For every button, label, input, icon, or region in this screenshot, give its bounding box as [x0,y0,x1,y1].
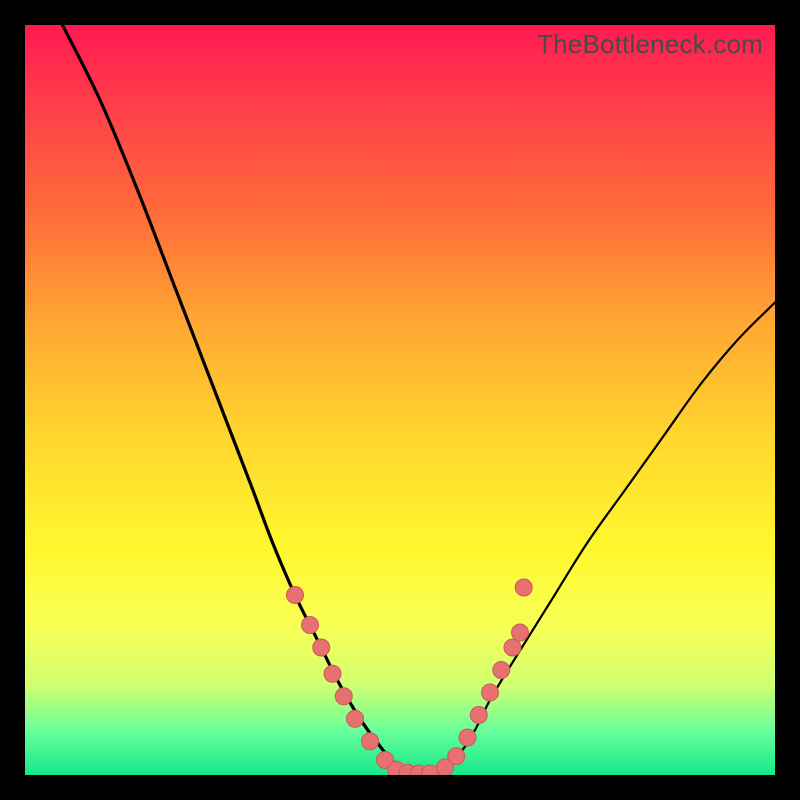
highlight-dot [335,688,352,705]
series-bottleneck-left [63,25,416,775]
plot-area: TheBottleneck.com [25,25,775,775]
highlight-dot [347,710,364,727]
highlight-dot [493,662,510,679]
highlight-dot [448,748,465,765]
series-bottleneck-right [415,303,775,776]
highlight-dot [504,639,521,656]
watermark-text: TheBottleneck.com [537,29,763,60]
chart-svg [25,25,775,775]
highlight-dot [515,579,532,596]
highlight-dot [482,684,499,701]
highlight-dot [313,639,330,656]
highlight-dot [287,587,304,604]
highlight-dot [324,665,341,682]
curve-group [63,25,776,775]
highlight-dot [512,624,529,641]
highlight-dots [287,579,533,775]
highlight-dot [459,729,476,746]
highlight-dot [302,617,319,634]
highlight-dot [362,733,379,750]
highlight-dot [470,707,487,724]
